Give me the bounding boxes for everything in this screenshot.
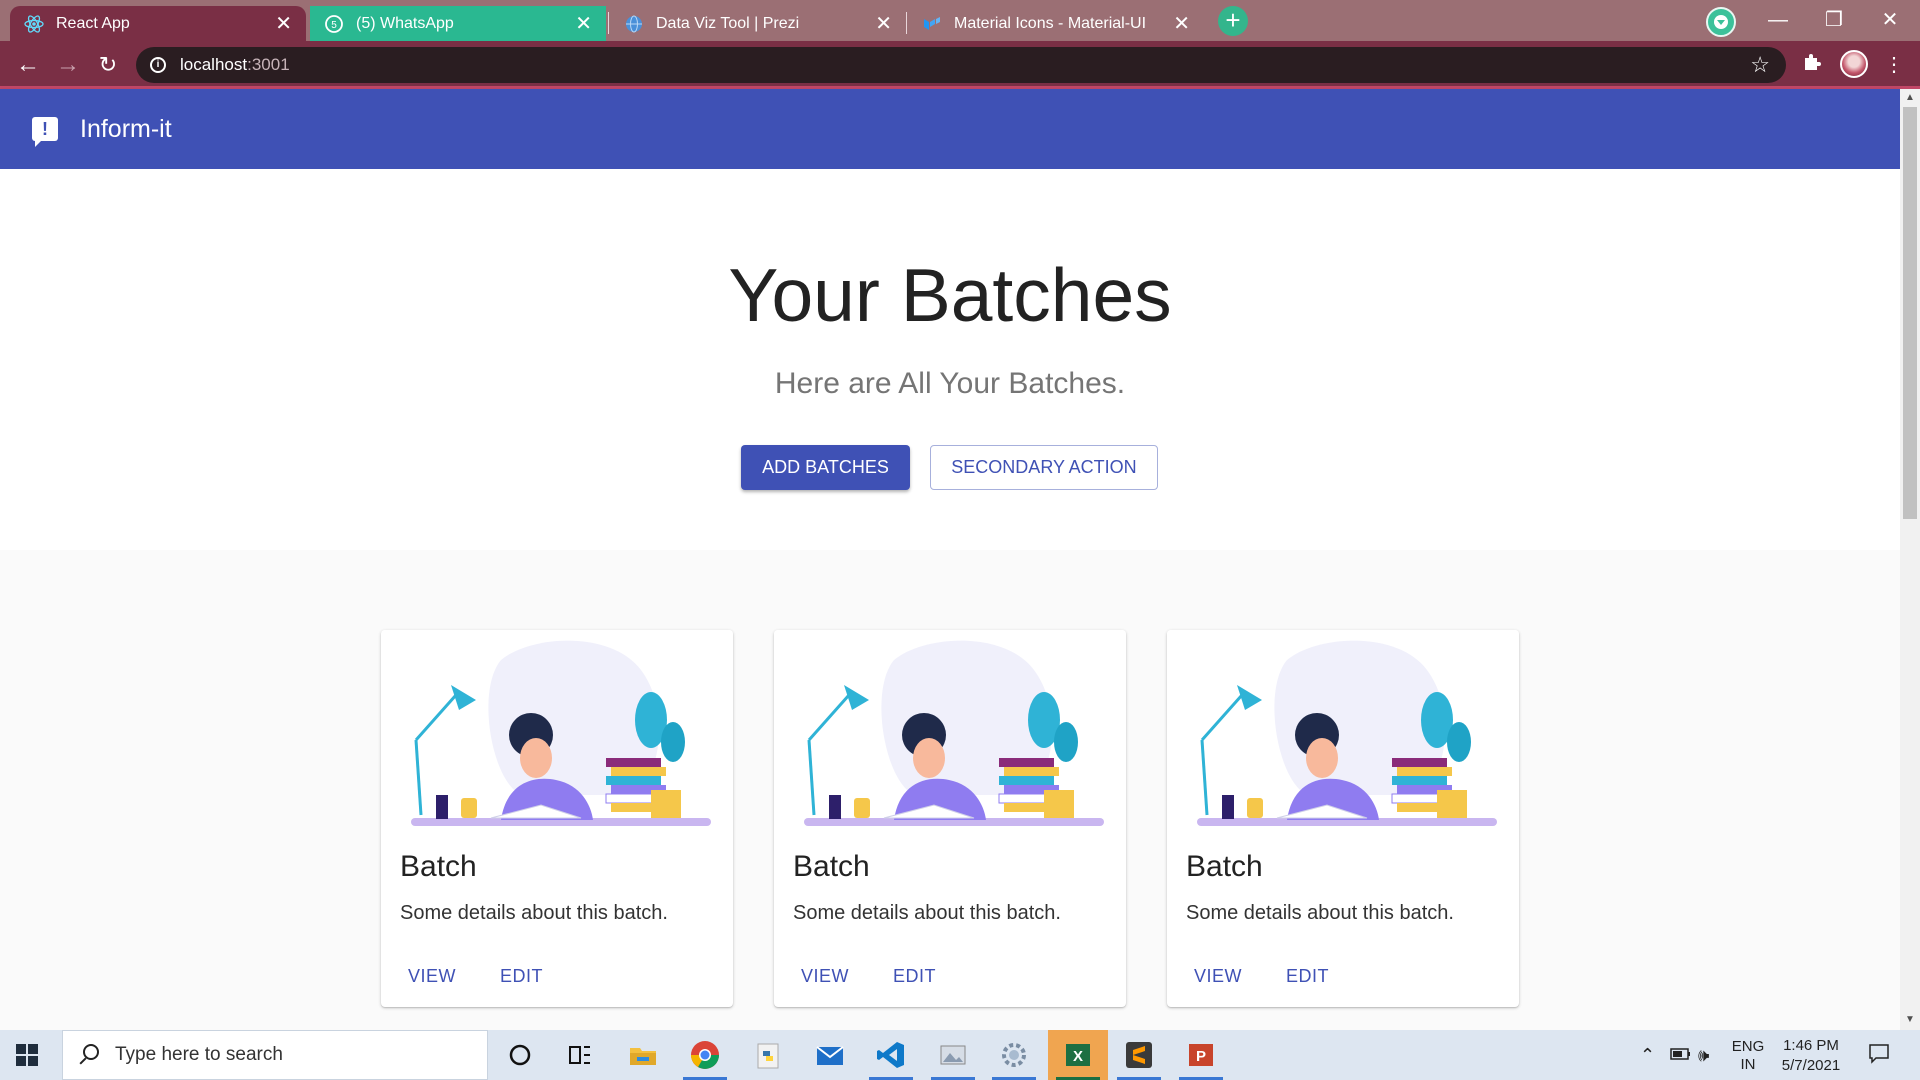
- app-bar: ! Inform-it: [0, 89, 1900, 169]
- react-logo-icon: [24, 14, 44, 34]
- close-window-icon[interactable]: ✕: [1870, 4, 1910, 36]
- search-placeholder: Type here to search: [115, 1044, 283, 1065]
- task-view-icon[interactable]: [564, 1039, 596, 1071]
- card-description: Some details about this batch.: [1186, 902, 1454, 924]
- tab-separator: [906, 12, 907, 34]
- edit-button[interactable]: EDIT: [500, 966, 543, 987]
- tab-title: (5) WhatsApp: [356, 14, 454, 32]
- minimize-icon[interactable]: —: [1758, 4, 1798, 36]
- windows-start-icon[interactable]: [16, 1044, 38, 1066]
- input-language-indicator[interactable]: ENG IN: [1726, 1038, 1770, 1080]
- url-port: :3001: [247, 55, 290, 74]
- browser-menu-icon[interactable]: ⋮: [1880, 51, 1908, 79]
- studying-illustration: [774, 630, 1126, 830]
- feedback-icon: !: [32, 117, 58, 147]
- svg-text:X: X: [1073, 1048, 1083, 1065]
- vscode-icon[interactable]: [875, 1039, 907, 1071]
- download-indicator-icon[interactable]: [1706, 7, 1736, 37]
- page-subtitle: Here are All Your Batches.: [774, 367, 1126, 400]
- tab-react-app[interactable]: React App ✕: [10, 6, 306, 41]
- profile-avatar[interactable]: [1840, 50, 1868, 78]
- tab-prezi[interactable]: Data Viz Tool | Prezi ✕: [610, 6, 906, 41]
- tab-title: Data Viz Tool | Prezi: [656, 14, 800, 32]
- svg-text:P: P: [1196, 1048, 1206, 1065]
- close-tab-icon[interactable]: ✕: [275, 11, 292, 36]
- search-icon: [77, 1044, 99, 1066]
- clock-date: 5/7/2021: [1781, 1057, 1841, 1074]
- file-explorer-icon[interactable]: [627, 1039, 659, 1071]
- edit-button[interactable]: EDIT: [1286, 966, 1329, 987]
- card-title: Batch: [793, 850, 870, 883]
- scrollbar-thumb[interactable]: [1903, 107, 1917, 519]
- browser-tab-strip: React App ✕ 5 (5) WhatsApp ✕ Data Viz To…: [0, 0, 1920, 41]
- show-hidden-icons-chevron-icon[interactable]: ⌃: [1640, 1045, 1655, 1066]
- taskbar-search-box[interactable]: Type here to search: [62, 1030, 488, 1080]
- edit-button[interactable]: EDIT: [893, 966, 936, 987]
- scroll-up-arrow-icon[interactable]: ▲: [1905, 92, 1915, 103]
- region-code: IN: [1740, 1056, 1756, 1073]
- material-ui-icon: [922, 14, 942, 34]
- new-tab-button[interactable]: +: [1218, 6, 1248, 36]
- tab-separator: [608, 12, 609, 34]
- secondary-action-button[interactable]: SECONDARY ACTION: [930, 445, 1158, 490]
- tab-title: React App: [56, 14, 130, 32]
- studying-illustration: [381, 630, 733, 830]
- tab-title: Material Icons - Material-UI: [954, 14, 1147, 32]
- address-toolbar: ← → ↻ i localhost:3001 ☆ ⋮: [0, 41, 1920, 89]
- battery-icon[interactable]: [1670, 1045, 1692, 1066]
- card-title: Batch: [1186, 850, 1263, 883]
- batch-card: Batch Some details about this batch. VIE…: [381, 630, 733, 1007]
- app-brand[interactable]: Inform-it: [80, 115, 172, 144]
- card-title: Batch: [400, 850, 477, 883]
- add-batches-button[interactable]: ADD BATCHES: [741, 445, 910, 490]
- sublime-text-icon[interactable]: [1123, 1039, 1155, 1071]
- system-clock[interactable]: 1:46 PM 5/7/2021: [1776, 1036, 1846, 1080]
- windows-taskbar: Type here to search X P ⌃ �: [0, 1030, 1920, 1080]
- scroll-down-arrow-icon[interactable]: ▼: [1905, 1014, 1915, 1025]
- python-icon[interactable]: [752, 1039, 784, 1071]
- forward-arrow-icon[interactable]: →: [52, 49, 84, 81]
- powerpoint-icon[interactable]: P: [1185, 1039, 1217, 1071]
- studying-illustration: [1167, 630, 1519, 830]
- batch-card: Batch Some details about this batch. VIE…: [1167, 630, 1519, 1007]
- card-description: Some details about this batch.: [793, 902, 1061, 924]
- settings-gear-icon[interactable]: [998, 1039, 1030, 1071]
- excel-icon[interactable]: X: [1062, 1039, 1094, 1071]
- site-info-icon[interactable]: i: [150, 57, 166, 73]
- close-tab-icon[interactable]: ✕: [1173, 11, 1190, 36]
- close-tab-icon[interactable]: ✕: [575, 11, 592, 36]
- chrome-icon[interactable]: [689, 1039, 721, 1071]
- tab-whatsapp[interactable]: 5 (5) WhatsApp ✕: [310, 6, 606, 41]
- close-tab-icon[interactable]: ✕: [875, 11, 892, 36]
- hero-section: Your Batches Here are All Your Batches. …: [0, 169, 1900, 550]
- url-bar[interactable]: i localhost:3001 ☆: [136, 47, 1786, 83]
- page-title: Your Batches: [728, 253, 1172, 337]
- batch-card: Batch Some details about this batch. VIE…: [774, 630, 1126, 1007]
- language-code: ENG: [1731, 1038, 1765, 1055]
- page-scrollbar[interactable]: ▲ ▼: [1900, 89, 1920, 1030]
- reload-icon[interactable]: ↻: [92, 49, 124, 81]
- volume-icon[interactable]: 🕪: [1698, 1045, 1709, 1066]
- bookmark-star-icon[interactable]: ☆: [1750, 52, 1770, 78]
- url-host: localhost: [180, 55, 248, 74]
- card-description: Some details about this batch.: [400, 902, 668, 924]
- view-button[interactable]: VIEW: [1194, 966, 1242, 987]
- whatsapp-icon: 5: [324, 14, 344, 34]
- clock-time: 1:46 PM: [1783, 1037, 1839, 1054]
- tab-material-icons[interactable]: Material Icons - Material-UI ✕: [908, 6, 1204, 41]
- batch-cards-section: Batch Some details about this batch. VIE…: [0, 550, 1900, 1030]
- mail-icon[interactable]: [814, 1039, 846, 1071]
- notifications-icon[interactable]: [1868, 1042, 1890, 1069]
- svg-text:5: 5: [331, 20, 337, 31]
- url-text: localhost:3001: [180, 55, 290, 75]
- photos-icon[interactable]: [937, 1039, 969, 1071]
- globe-icon: [624, 14, 644, 34]
- cortana-icon[interactable]: [504, 1039, 536, 1071]
- back-arrow-icon[interactable]: ←: [12, 49, 44, 81]
- view-button[interactable]: VIEW: [408, 966, 456, 987]
- restore-icon[interactable]: ❐: [1814, 4, 1854, 36]
- view-button[interactable]: VIEW: [801, 966, 849, 987]
- extensions-puzzle-icon[interactable]: [1798, 51, 1826, 79]
